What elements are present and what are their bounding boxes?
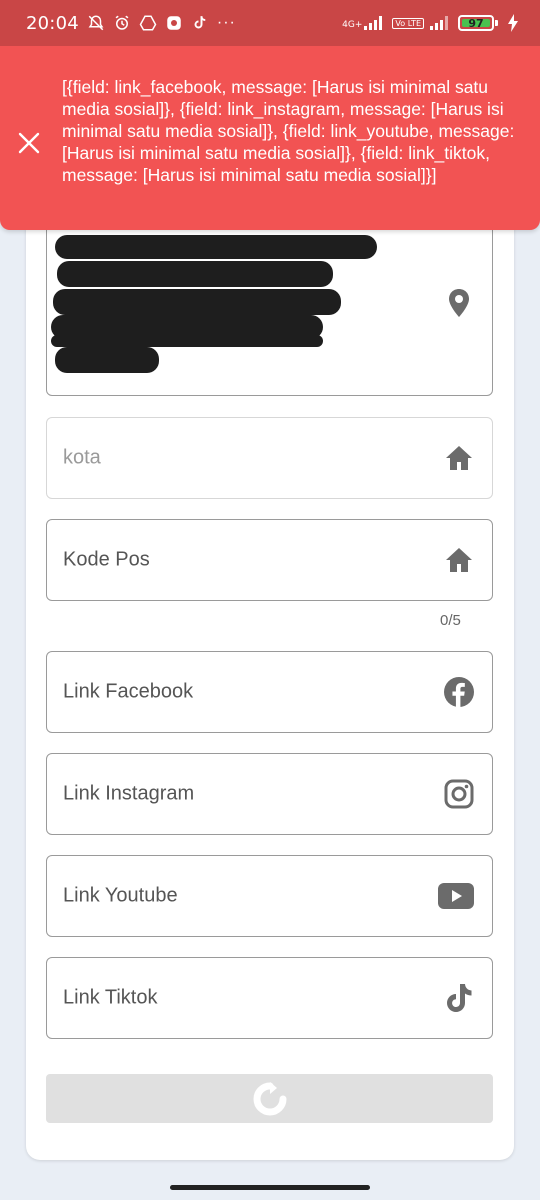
tiktok-status-icon [191, 14, 209, 32]
kode-pos-field[interactable]: Kode Pos [46, 519, 493, 601]
app-square-icon [165, 14, 183, 32]
network-indicator: 4G+ [342, 16, 386, 30]
charging-icon [504, 14, 522, 32]
kode-pos-counter: 0/5 [440, 612, 461, 629]
facebook-label: Link Facebook [63, 680, 194, 703]
error-toast: [{field: link_facebook, message: [Harus … [0, 46, 540, 230]
battery-indicator: 97 [458, 15, 498, 31]
toast-message: [{field: link_facebook, message: [Harus … [62, 77, 515, 185]
location-pin-icon [444, 288, 474, 318]
redacted-text [51, 335, 323, 347]
more-notifications-icon: ··· [216, 14, 236, 31]
redacted-text [53, 289, 341, 315]
tiktok-icon [444, 983, 474, 1013]
tiktok-field[interactable]: Link Tiktok [46, 957, 493, 1039]
bell-off-icon [87, 14, 105, 32]
redacted-text [55, 235, 377, 259]
battery-level: 97 [468, 16, 484, 30]
home-icon [444, 545, 474, 575]
youtube-field[interactable]: Link Youtube [46, 855, 493, 937]
close-icon[interactable] [16, 130, 42, 156]
redacted-text [57, 261, 333, 287]
instagram-icon [444, 779, 474, 809]
signal-2-icon [430, 16, 448, 30]
home-indicator[interactable] [170, 1185, 370, 1190]
facebook-field[interactable]: Link Facebook [46, 651, 493, 733]
tiktok-label: Link Tiktok [63, 986, 158, 1009]
volte-badge: Vo LTE [392, 17, 424, 29]
drive-icon [139, 14, 157, 32]
status-time: 20:04 [26, 12, 79, 34]
kode-pos-label: Kode Pos [63, 548, 150, 571]
address-field[interactable] [46, 206, 493, 396]
alarm-icon [113, 14, 131, 32]
kota-field: kota [46, 417, 493, 499]
network-type: 4G+ [342, 20, 363, 30]
facebook-icon [444, 677, 474, 707]
loading-spinner-icon [253, 1081, 287, 1116]
instagram-label: Link Instagram [63, 782, 195, 805]
youtube-label: Link Youtube [63, 884, 178, 907]
status-bar: 20:04 ··· 4G+ Vo LTE 97 [0, 0, 540, 46]
instagram-field[interactable]: Link Instagram [46, 753, 493, 835]
signal-icon [364, 16, 383, 30]
submit-button[interactable] [46, 1074, 493, 1123]
home-icon [444, 443, 474, 473]
youtube-icon [438, 881, 474, 911]
kota-label: kota [63, 446, 101, 469]
redacted-text [55, 347, 159, 373]
